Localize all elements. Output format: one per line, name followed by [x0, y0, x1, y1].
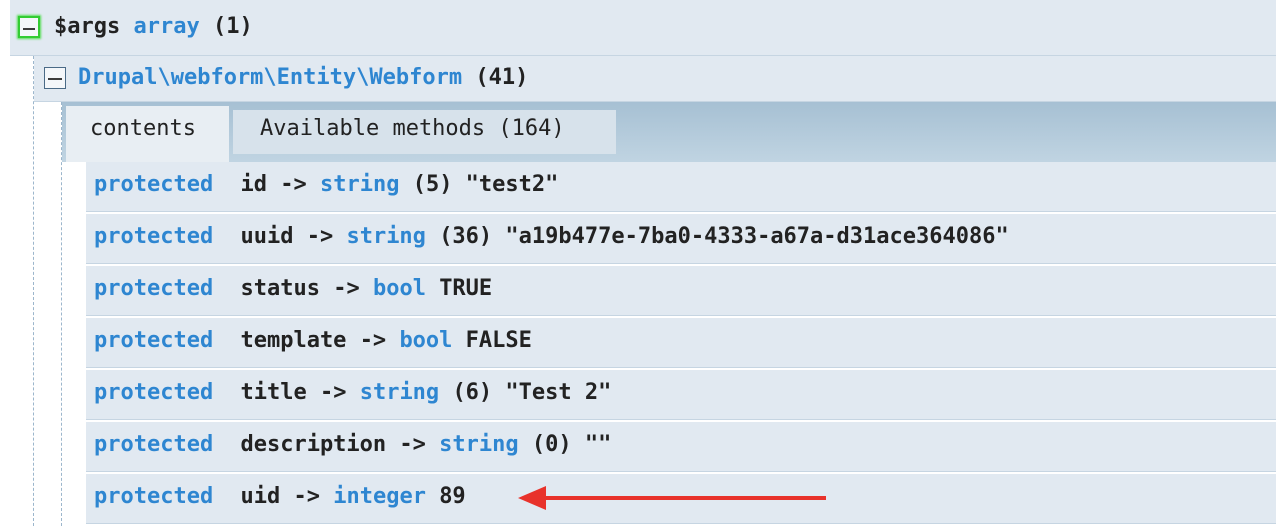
property-name: uuid	[240, 224, 294, 249]
tree-guide-line	[33, 56, 34, 526]
property-row-id[interactable]: protected id -> string (5) "test2"	[86, 162, 1276, 212]
property-list: protected id -> string (5) "test2" prote…	[86, 162, 1276, 526]
property-row-description[interactable]: protected description -> string (0) ""	[86, 422, 1276, 472]
property-type: bool	[372, 276, 426, 301]
property-row-title[interactable]: protected title -> string (6) "Test 2"	[86, 370, 1276, 420]
property-operator: ->	[280, 172, 307, 197]
property-row-uuid[interactable]: protected uuid -> string (36) "a19b477e-…	[86, 214, 1276, 264]
property-type: string	[319, 172, 400, 197]
object-count: (41)	[475, 65, 529, 90]
property-type: string	[346, 224, 426, 249]
property-type: bool	[399, 328, 453, 353]
property-type: string	[359, 380, 440, 405]
property-operator: ->	[359, 328, 387, 353]
property-type: integer	[333, 484, 426, 509]
collapse-toggle-icon[interactable]	[44, 67, 66, 89]
property-value: FALSE	[465, 328, 532, 353]
property-visibility: protected	[94, 224, 214, 249]
variable-name: $args	[54, 14, 121, 39]
property-value: (36) "a19b477e-7ba0-4333-a67a-d31ace3640…	[439, 224, 1009, 249]
property-visibility: protected	[94, 380, 214, 405]
property-operator: ->	[399, 432, 426, 457]
object-class-name: Drupal\webform\Entity\Webform	[78, 65, 463, 90]
property-row-status[interactable]: protected status -> bool TRUE	[86, 266, 1276, 316]
property-value: TRUE	[439, 276, 493, 301]
property-name: uid	[240, 484, 281, 509]
property-type: string	[439, 432, 519, 457]
property-operator: ->	[306, 224, 334, 249]
variable-count: (1)	[212, 14, 253, 39]
property-visibility: protected	[94, 276, 214, 301]
property-visibility: protected	[94, 432, 214, 457]
property-value: (5) "test2"	[412, 172, 559, 197]
property-name: id	[240, 172, 267, 197]
collapse-toggle-icon[interactable]	[18, 16, 40, 38]
object-header[interactable]: Drupal\webform\Entity\Webform (41)	[34, 56, 1276, 102]
property-name: description	[240, 432, 387, 457]
property-operator: ->	[293, 484, 320, 509]
property-value: (0) ""	[531, 432, 612, 457]
property-operator: ->	[333, 276, 360, 301]
root-variable-title: $args array (1)	[54, 14, 253, 39]
property-visibility: protected	[94, 172, 214, 197]
tree-guide-line	[61, 102, 62, 526]
property-row-template[interactable]: protected template -> bool FALSE	[86, 318, 1276, 368]
property-name: status	[240, 276, 320, 301]
red-arrow-icon	[518, 486, 826, 510]
property-value: (6) "Test 2"	[452, 380, 612, 405]
property-visibility: protected	[94, 484, 214, 509]
property-value: 89	[439, 484, 466, 509]
object-title: Drupal\webform\Entity\Webform (41)	[78, 65, 528, 90]
property-visibility: protected	[94, 328, 214, 353]
tab-bar: contents Available methods (164)	[62, 102, 1276, 162]
tab-contents[interactable]: contents	[66, 106, 229, 162]
property-name: template	[240, 328, 347, 353]
tab-available-methods[interactable]: Available methods (164)	[233, 110, 616, 154]
property-operator: ->	[319, 380, 347, 405]
variable-type: array	[133, 14, 200, 39]
property-name: title	[240, 380, 307, 405]
root-variable-header[interactable]: $args array (1)	[10, 0, 1276, 56]
